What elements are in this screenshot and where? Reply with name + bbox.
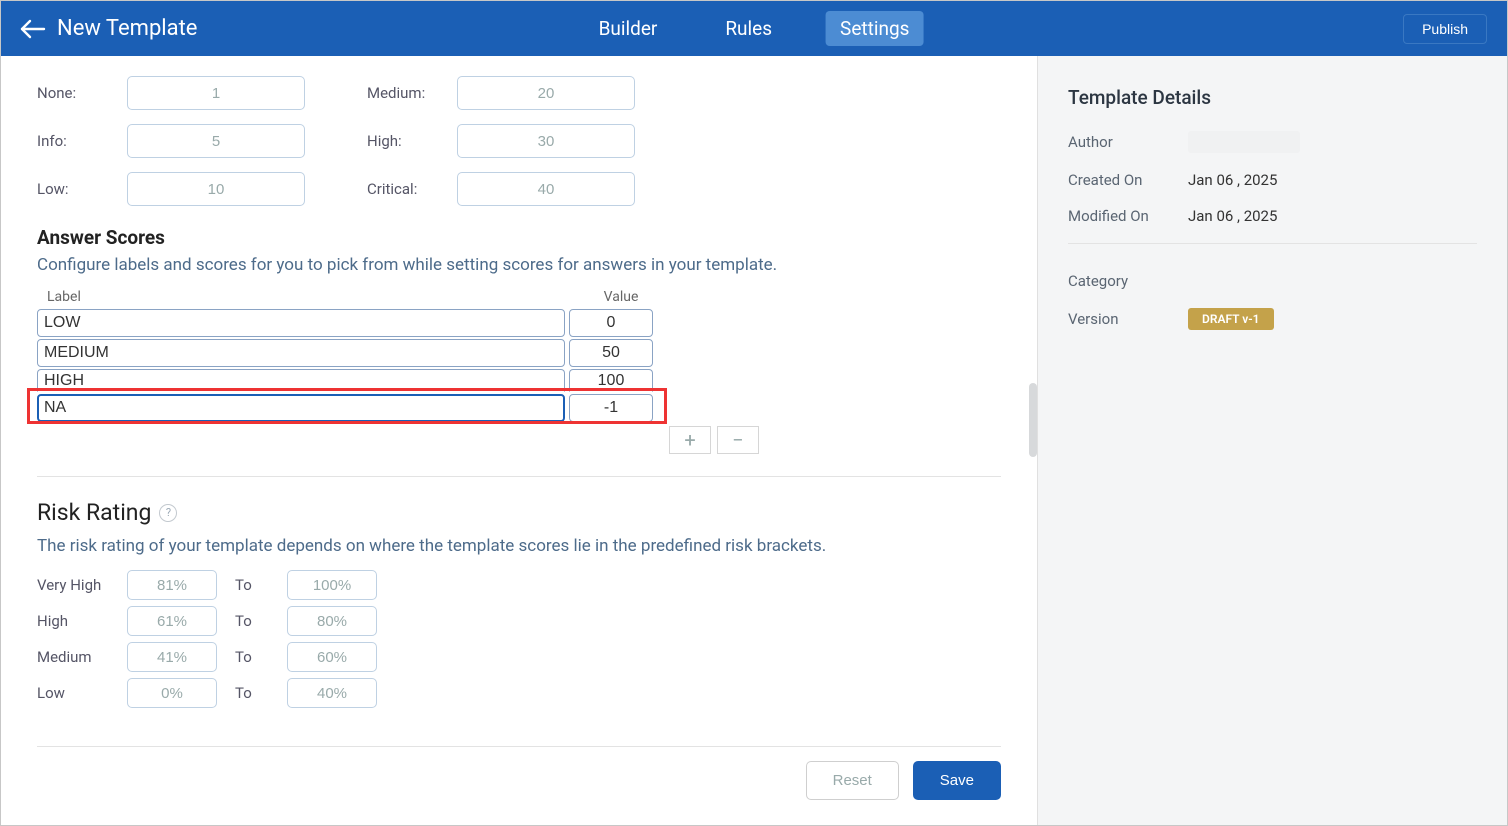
- weight-label-info: Info:: [37, 132, 127, 150]
- risk-row-low: Low To: [37, 678, 1001, 708]
- risk-label: High: [37, 612, 127, 630]
- version-badge: DRAFT v-1: [1188, 308, 1274, 330]
- answer-value-input[interactable]: [569, 309, 653, 337]
- help-icon[interactable]: ?: [159, 504, 177, 522]
- answer-label-input[interactable]: [37, 394, 565, 422]
- answer-value-input[interactable]: [569, 339, 653, 367]
- remove-row-button[interactable]: −: [717, 426, 759, 454]
- add-row-button[interactable]: +: [669, 426, 711, 454]
- risk-from-input[interactable]: [127, 678, 217, 708]
- weight-input-high[interactable]: [457, 124, 635, 158]
- save-button[interactable]: Save: [913, 761, 1001, 800]
- plus-icon: +: [684, 430, 695, 450]
- created-value: Jan 06 , 2025: [1188, 171, 1277, 189]
- weight-input-low[interactable]: [127, 172, 305, 206]
- weight-label-none: None:: [37, 84, 127, 102]
- back-arrow-icon[interactable]: [19, 15, 47, 43]
- version-label: Version: [1068, 310, 1188, 328]
- risk-row-medium: Medium To: [37, 642, 1001, 672]
- to-label: To: [217, 576, 287, 594]
- answer-scores-desc: Configure labels and scores for you to p…: [37, 255, 1001, 275]
- modified-value: Jan 06 , 2025: [1188, 207, 1277, 225]
- divider: [1068, 243, 1477, 244]
- divider: [37, 476, 1001, 477]
- weight-input-none[interactable]: [127, 76, 305, 110]
- modified-label: Modified On: [1068, 207, 1188, 225]
- weight-input-critical[interactable]: [457, 172, 635, 206]
- author-label: Author: [1068, 133, 1188, 151]
- weight-label-low: Low:: [37, 180, 127, 198]
- risk-rating-desc: The risk rating of your template depends…: [37, 536, 1001, 556]
- answer-row-low: [37, 309, 1001, 337]
- minus-icon: −: [732, 430, 743, 450]
- risk-from-input[interactable]: [127, 642, 217, 672]
- answer-value-input[interactable]: [569, 394, 653, 422]
- answer-scores-header: Label Value: [37, 289, 1001, 309]
- answer-scores-section: Answer Scores Configure labels and score…: [37, 226, 1001, 454]
- risk-to-input[interactable]: [287, 570, 377, 600]
- main-panel: None: Medium: Info: High:: [1, 56, 1037, 825]
- to-label: To: [217, 684, 287, 702]
- answer-row-high: [37, 369, 1001, 392]
- risk-to-input[interactable]: [287, 642, 377, 672]
- risk-label: Very High: [37, 576, 127, 594]
- weight-label-critical: Critical:: [367, 180, 457, 198]
- template-details-title: Template Details: [1068, 86, 1477, 109]
- meta-author: Author: [1068, 131, 1477, 153]
- weight-grid: None: Medium: Info: High:: [37, 76, 697, 206]
- tab-bar: Builder Rules Settings: [585, 11, 924, 46]
- weight-input-info[interactable]: [127, 124, 305, 158]
- risk-rating-title: Risk Rating: [37, 499, 151, 526]
- author-value-redacted: [1188, 131, 1300, 153]
- publish-button[interactable]: Publish: [1403, 14, 1487, 44]
- meta-created: Created On Jan 06 , 2025: [1068, 171, 1477, 189]
- risk-label: Low: [37, 684, 127, 702]
- answer-row-medium: [37, 339, 1001, 367]
- weight-input-medium[interactable]: [457, 76, 635, 110]
- top-bar: New Template Builder Rules Settings Publ…: [1, 1, 1507, 56]
- answer-scores-rows: [37, 309, 1001, 422]
- answer-scores-title: Answer Scores: [37, 226, 1001, 249]
- template-details-panel: Template Details Author Created On Jan 0…: [1037, 56, 1507, 825]
- divider: [37, 746, 1001, 747]
- scrollbar-thumb[interactable]: [1029, 383, 1037, 457]
- created-label: Created On: [1068, 171, 1188, 189]
- answer-label-input[interactable]: [37, 369, 565, 392]
- risk-row-high: High To: [37, 606, 1001, 636]
- answer-label-input[interactable]: [37, 339, 565, 367]
- risk-row-very-high: Very High To: [37, 570, 1001, 600]
- reset-button[interactable]: Reset: [806, 761, 899, 800]
- answer-value-input[interactable]: [569, 369, 653, 392]
- tab-settings[interactable]: Settings: [826, 11, 923, 46]
- col-header-value: Value: [579, 289, 663, 305]
- tab-builder[interactable]: Builder: [585, 11, 672, 46]
- risk-from-input[interactable]: [127, 570, 217, 600]
- meta-category: Category: [1068, 272, 1477, 290]
- risk-from-input[interactable]: [127, 606, 217, 636]
- weight-label-high: High:: [367, 132, 457, 150]
- meta-modified: Modified On Jan 06 , 2025: [1068, 207, 1477, 225]
- answer-row-na: [37, 394, 1001, 422]
- answer-label-input[interactable]: [37, 309, 565, 337]
- to-label: To: [217, 648, 287, 666]
- weight-label-medium: Medium:: [367, 84, 457, 102]
- footer-actions: Reset Save: [806, 761, 1001, 800]
- category-label: Category: [1068, 272, 1188, 290]
- meta-version: Version DRAFT v-1: [1068, 308, 1477, 330]
- to-label: To: [217, 612, 287, 630]
- risk-rating-section: Risk Rating ? The risk rating of your te…: [37, 499, 1001, 708]
- risk-to-input[interactable]: [287, 678, 377, 708]
- tab-rules[interactable]: Rules: [711, 11, 786, 46]
- col-header-label: Label: [47, 289, 579, 305]
- risk-label: Medium: [37, 648, 127, 666]
- risk-to-input[interactable]: [287, 606, 377, 636]
- page-title: New Template: [57, 16, 197, 41]
